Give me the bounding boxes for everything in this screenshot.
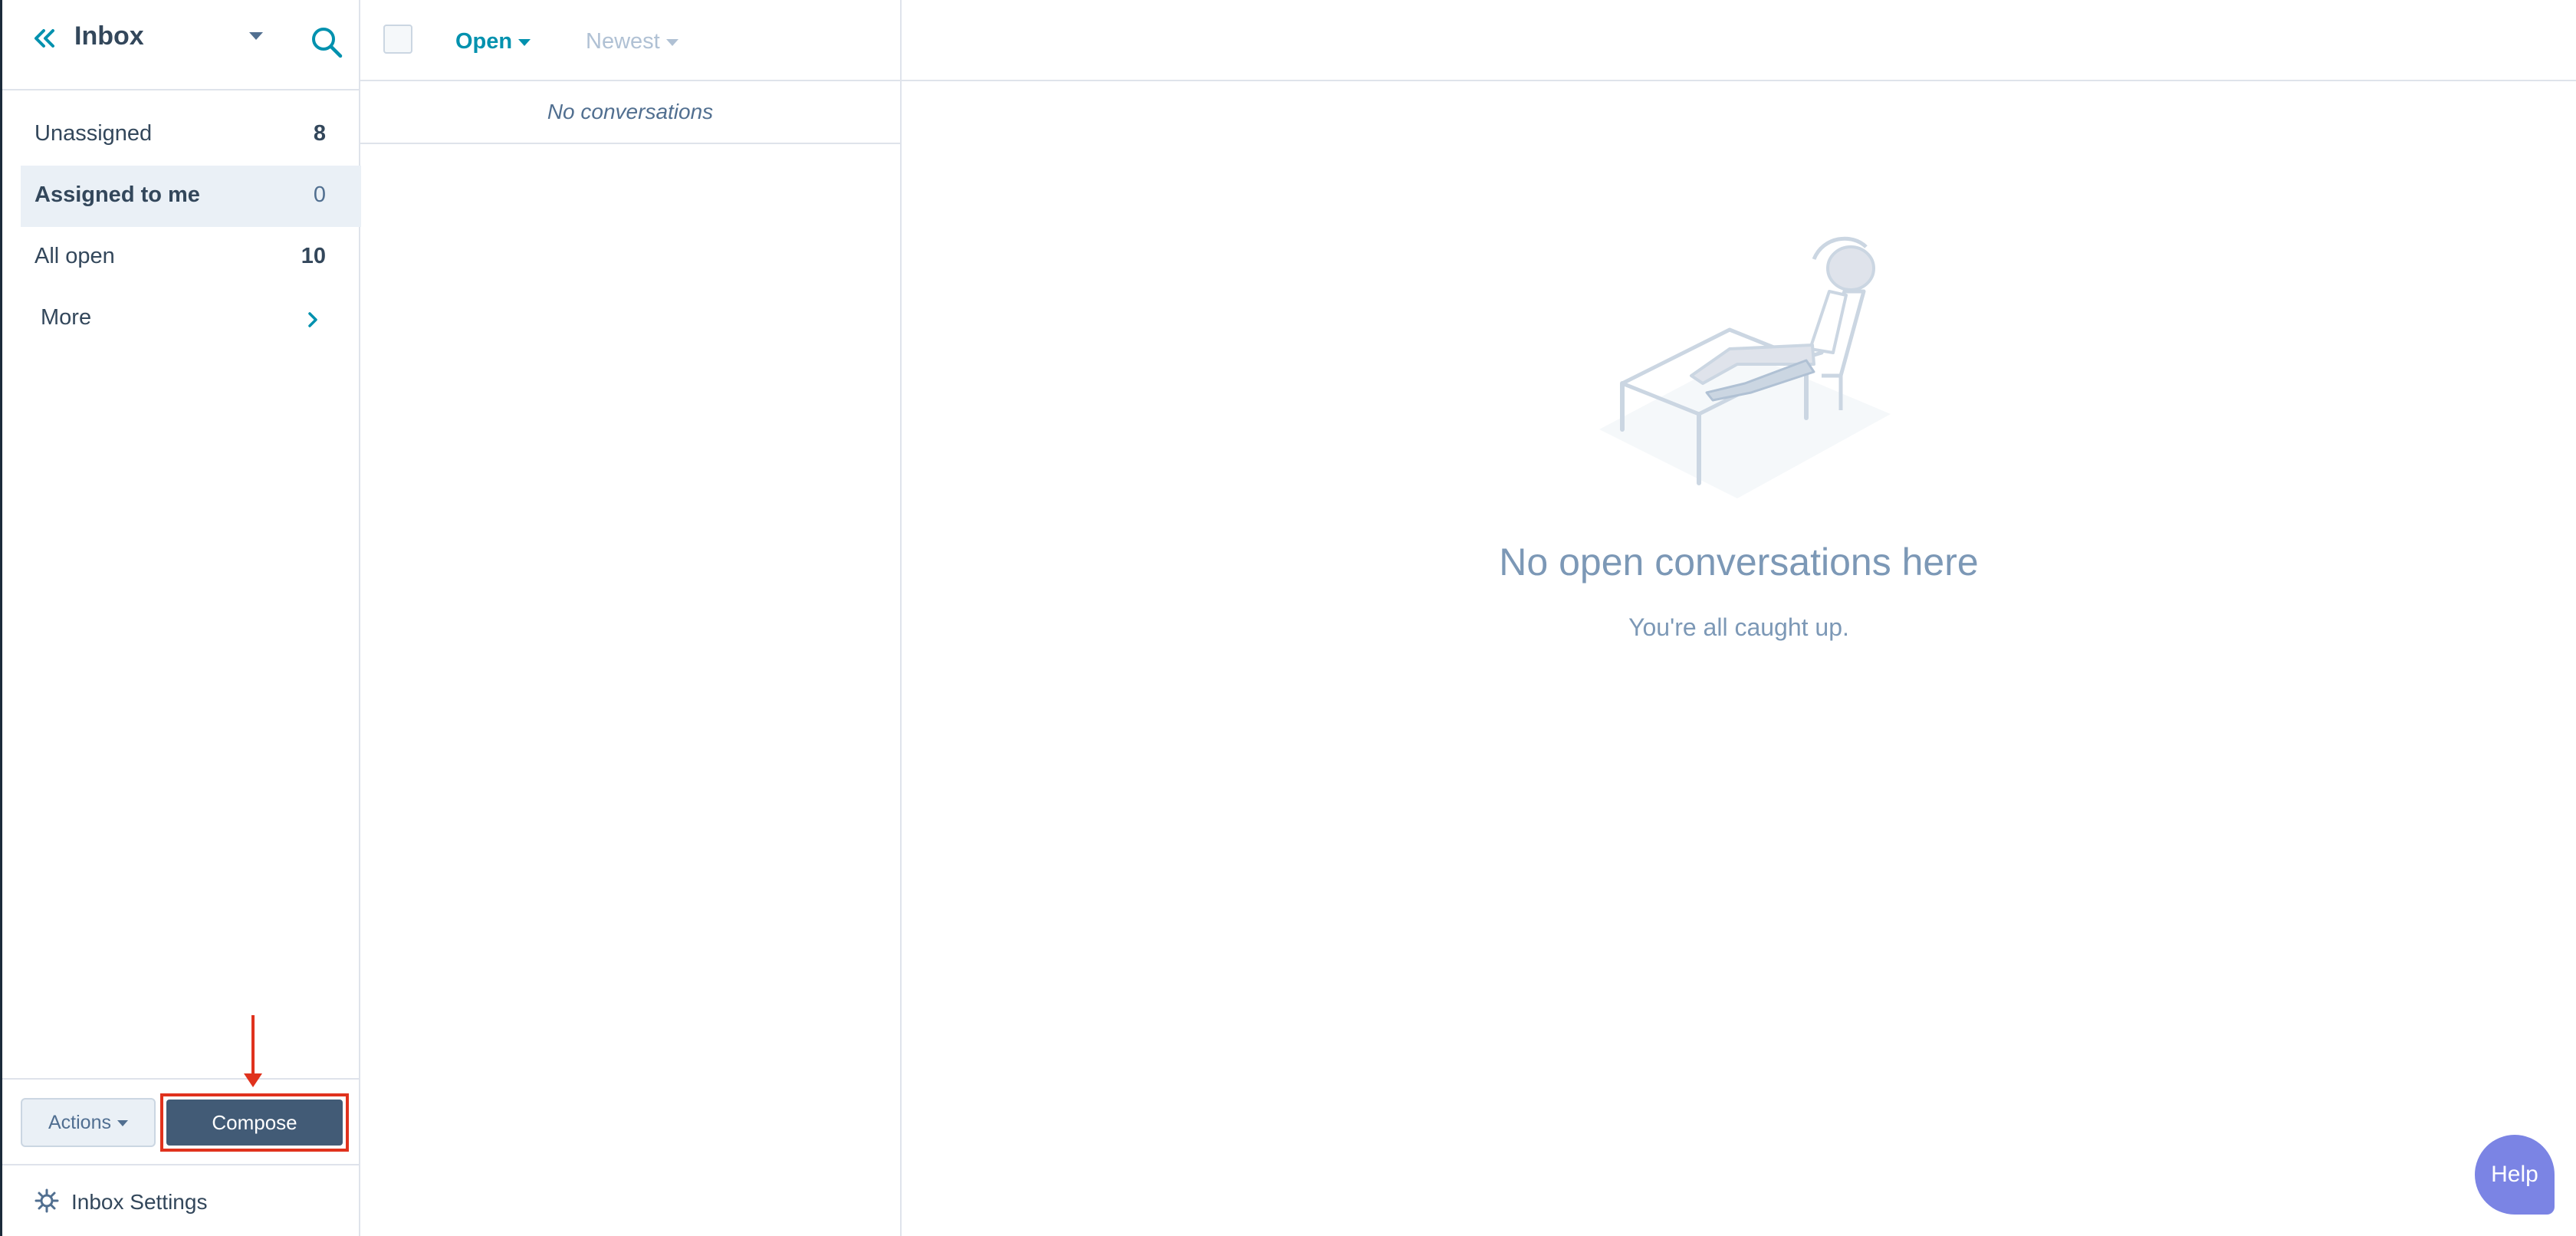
sidebar-header: Inbox — [2, 0, 359, 90]
actions-button[interactable]: Actions — [21, 1098, 156, 1147]
relaxing-person-illustration — [1599, 236, 1891, 498]
sidebar-item-count: 10 — [301, 244, 326, 268]
sidebar-item-label: Assigned to me — [34, 182, 200, 207]
help-button[interactable]: Help — [2475, 1135, 2555, 1215]
sidebar-item-count: 8 — [313, 121, 326, 146]
caret-down-icon — [117, 1120, 128, 1127]
inbox-sidebar: Inbox Unassigned 8 Assigned to me 0 All … — [0, 0, 361, 1236]
sidebar-item-assigned-to-me[interactable]: Assigned to me 0 — [21, 166, 361, 227]
inbox-settings-link[interactable]: Inbox Settings — [71, 1190, 207, 1215]
sidebar-item-label: More — [41, 305, 92, 330]
sidebar-item-label: All open — [34, 244, 115, 268]
sidebar-item-unassigned[interactable]: Unassigned 8 — [21, 104, 361, 166]
actions-button-label: Actions — [48, 1112, 111, 1133]
conversation-list: Open Newest No conversations — [360, 0, 902, 1236]
sidebar-item-count: 0 — [313, 182, 326, 207]
inbox-switcher-caret-icon[interactable] — [249, 32, 263, 40]
status-filter-dropdown[interactable]: Open — [455, 29, 531, 54]
sidebar-item-all-open[interactable]: All open 10 — [21, 227, 361, 288]
annotation-arrow-shaft — [251, 1015, 255, 1077]
search-icon[interactable] — [309, 25, 344, 60]
empty-state-title: No open conversations here — [1499, 541, 1979, 583]
sort-filter-dropdown[interactable]: Newest — [586, 29, 678, 54]
inbox-title[interactable]: Inbox — [74, 21, 144, 51]
sidebar-settings-bar: Inbox Settings — [2, 1164, 359, 1236]
sidebar-item-more[interactable]: More — [21, 288, 361, 350]
list-toolbar: Open Newest — [360, 0, 900, 81]
sort-filter-label: Newest — [586, 29, 660, 54]
gear-icon[interactable] — [34, 1188, 59, 1213]
status-filter-label: Open — [455, 29, 513, 54]
caret-down-icon — [518, 38, 531, 46]
annotation-arrow-head-icon — [244, 1073, 262, 1087]
caret-down-icon — [665, 38, 678, 46]
select-all-checkbox[interactable] — [383, 25, 412, 54]
double-chevron-left-icon[interactable] — [30, 25, 58, 52]
chevron-right-icon — [308, 312, 317, 327]
empty-list-message: No conversations — [360, 81, 900, 144]
sidebar-item-label: Unassigned — [34, 121, 153, 146]
conversation-detail-pane: No open conversations here You're all ca… — [902, 0, 2576, 1236]
empty-state-subtitle: You're all caught up. — [1628, 613, 1849, 641]
compose-button[interactable]: Compose — [166, 1100, 343, 1146]
sidebar-actions-bar: Actions Compose — [2, 1078, 359, 1164]
detail-header — [902, 0, 2576, 81]
